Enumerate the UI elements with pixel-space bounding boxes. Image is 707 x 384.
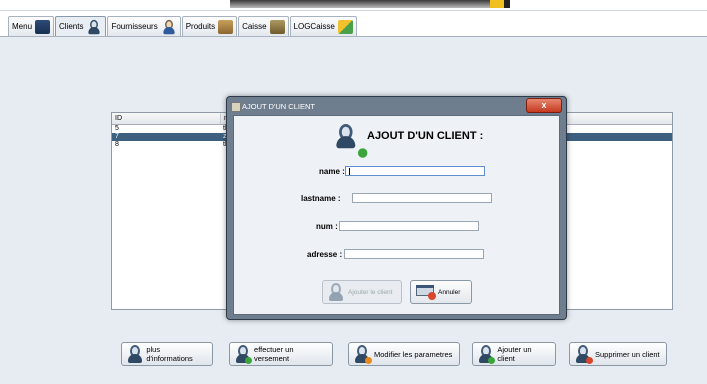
add-client-submit-button[interactable]: Ajouter le client bbox=[322, 280, 402, 304]
top-decoration-yellow bbox=[490, 0, 504, 8]
cancel-button[interactable]: Annuler bbox=[410, 280, 472, 304]
payment-button[interactable]: effectuer un versement bbox=[229, 342, 333, 366]
tab-label: Clients bbox=[59, 22, 84, 31]
tab-label: Caisse bbox=[242, 22, 267, 31]
dialog-titlebar[interactable]: AJOUT D'UN CLIENT x bbox=[227, 97, 566, 115]
divider bbox=[0, 10, 707, 11]
tab-produits[interactable]: Produits bbox=[181, 16, 238, 36]
user-add-icon bbox=[335, 124, 368, 158]
adresse-label: adresse : bbox=[307, 250, 343, 259]
button-label: effectuer un versement bbox=[254, 345, 294, 363]
supplier-icon bbox=[162, 19, 175, 34]
tab-caisse[interactable]: Caisse bbox=[238, 16, 289, 36]
text-caret bbox=[349, 168, 350, 175]
dialog-body: AJOUT D'UN CLIENT : name : lastname : nu… bbox=[233, 115, 560, 315]
close-icon: x bbox=[541, 100, 547, 110]
button-label: plus d'informations bbox=[146, 345, 193, 363]
cell-id: 8 bbox=[115, 141, 119, 148]
close-button[interactable]: x bbox=[526, 98, 562, 113]
user-edit-icon bbox=[354, 345, 372, 364]
window-top-strip bbox=[0, 0, 707, 16]
more-info-button[interactable]: plus d'informations bbox=[121, 342, 213, 366]
name-label: name : bbox=[319, 167, 345, 176]
add-client-dialog: AJOUT D'UN CLIENT x AJOUT D'UN CLIENT : … bbox=[226, 96, 567, 320]
cell-id: 7 bbox=[115, 133, 119, 140]
user-add-icon bbox=[478, 345, 496, 364]
add-client-button[interactable]: Ajouter un client bbox=[472, 342, 556, 366]
delete-client-button[interactable]: Supprimer un client bbox=[569, 342, 667, 366]
box-icon bbox=[218, 19, 234, 34]
user-icon bbox=[127, 345, 142, 363]
button-label: Ajouter le client bbox=[348, 288, 393, 296]
window-icon bbox=[231, 102, 241, 112]
user-payment-icon bbox=[235, 345, 253, 364]
tab-bar: Menu Clients Fournisseurs Produits Caiss… bbox=[8, 16, 357, 36]
cash-register-icon bbox=[269, 19, 285, 34]
tab-clients[interactable]: Clients bbox=[55, 16, 107, 36]
name-input[interactable] bbox=[345, 166, 485, 176]
dialog-title: AJOUT D'UN CLIENT bbox=[242, 102, 315, 111]
tab-label: LOGCaisse bbox=[293, 22, 335, 31]
button-label: Modifier les parametres bbox=[374, 349, 453, 359]
button-label: Supprimer un client bbox=[595, 349, 660, 359]
tab-label: Fournisseurs bbox=[111, 22, 158, 31]
button-label: Annuler bbox=[438, 288, 461, 296]
user-add-icon bbox=[328, 283, 344, 301]
modify-settings-button[interactable]: Modifier les parametres bbox=[348, 342, 460, 366]
dialog-heading: AJOUT D'UN CLIENT : bbox=[367, 130, 484, 142]
adresse-input[interactable] bbox=[344, 249, 484, 259]
column-header-id[interactable]: ID bbox=[112, 113, 221, 124]
cell-id: 5 bbox=[115, 125, 119, 132]
tab-menu[interactable]: Menu bbox=[8, 16, 55, 36]
top-decoration-black bbox=[504, 0, 510, 8]
log-icon bbox=[337, 19, 353, 34]
tab-fournisseurs[interactable]: Fournisseurs bbox=[107, 16, 181, 36]
monitor-icon bbox=[35, 19, 51, 34]
lastname-label: lastname : bbox=[301, 194, 341, 203]
tab-label: Menu bbox=[12, 22, 33, 31]
top-decoration bbox=[230, 0, 490, 8]
button-label: Ajouter un client bbox=[497, 345, 532, 363]
num-input[interactable] bbox=[339, 221, 479, 231]
dialog-header: AJOUT D'UN CLIENT : bbox=[335, 124, 484, 158]
num-label: num : bbox=[316, 222, 338, 231]
cancel-window-icon bbox=[416, 284, 436, 300]
tab-label: Produits bbox=[185, 22, 216, 31]
user-icon bbox=[88, 19, 101, 34]
tab-logcaisse[interactable]: LOGCaisse bbox=[289, 16, 357, 36]
lastname-input[interactable] bbox=[352, 193, 492, 203]
user-delete-icon bbox=[575, 345, 593, 364]
